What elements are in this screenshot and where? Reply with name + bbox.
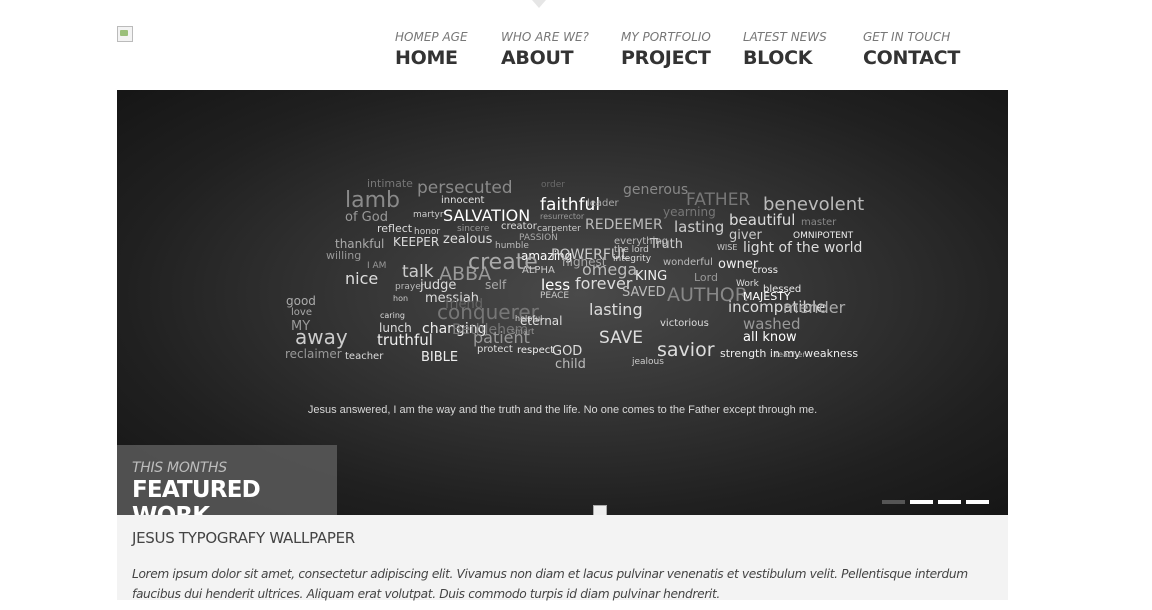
cloud-word: BIBLE [421,350,459,365]
cloud-word: yearning [663,205,716,219]
nav-item-project[interactable]: MY PORTFOLIO PROJECT [621,30,711,69]
cloud-word: reclaimer [285,347,342,361]
cloud-word: willing [326,249,362,262]
main-nav: HOMEP AGE HOME WHO ARE WE? ABOUT MY PORT… [0,30,1152,80]
nav-item-label: BLOCK [743,47,813,69]
cloud-word: SAVED [622,285,666,300]
cloud-word: child [555,357,586,372]
cloud-word: master [801,217,837,228]
cloud-word: good [286,294,316,308]
cloud-word: beautiful [729,211,796,229]
cloud-word: victorious [660,318,709,329]
nav-item-subtitle: WHO ARE WE? [501,30,589,44]
cloud-word: teacher [345,351,384,362]
slider-dot[interactable] [882,500,905,504]
cloud-word: leader [587,198,619,209]
slide-quote: Jesus answered, I am the way and the tru… [307,404,818,416]
cloud-word: zealous [443,232,493,247]
nav-item-subtitle: HOMEP AGE [395,30,468,44]
nav-item-label: ABOUT [501,47,574,69]
cloud-word: light of the world [743,240,863,256]
cloud-word: nice [345,269,379,288]
cloud-word: savior [657,339,715,361]
cloud-word: wonderful [663,257,713,268]
cloud-word: creator [501,221,537,232]
cloud-word: reflect [377,222,413,235]
cloud-word: martyr [413,210,444,220]
nav-item-subtitle: LATEST NEWS [743,30,827,44]
cloud-word: protect [477,344,513,355]
cloud-word: resurrector [540,212,585,221]
cloud-word: away [295,325,348,349]
broken-image-icon [593,505,607,515]
slider-dot[interactable] [938,500,961,504]
active-nav-pointer [532,0,546,8]
slide-info: JESUS TYPOGRAFY WALLPAPER Lorem ipsum do… [117,515,1008,601]
featured-subtitle: THIS MONTHS [132,460,227,476]
cloud-word: PEACE [540,291,570,301]
cloud-word: jealous [632,357,664,367]
nav-item-home[interactable]: HOMEP AGE HOME [395,30,468,69]
slider-dot[interactable] [910,500,933,504]
cloud-word: Lord [694,271,718,284]
featured-work-panel: THIS MONTHS FEATURED WORK [117,445,337,515]
cloud-word: SAVE [599,328,644,348]
cloud-word: caring [380,311,405,320]
cloud-word: cross [752,265,778,276]
nav-item-label: PROJECT [621,47,711,69]
cloud-word: Truth [650,237,683,252]
nav-item-block[interactable]: LATEST NEWS BLOCK [743,30,827,69]
slide-description: Lorem ipsum dolor sit amet, consectetur … [132,567,968,601]
nav-item-label: HOME [395,47,458,69]
cloud-word: truthful [377,331,433,349]
cloud-word: love [291,307,312,318]
cloud-word: all know [743,330,797,345]
featured-title: FEATURED WORK [132,477,261,515]
cloud-word: ALPHA [522,265,555,276]
cloud-word: REDEEMER [585,217,663,233]
nav-item-label: CONTACT [863,47,960,69]
cloud-word: teacher [775,350,806,359]
cloud-word: self [485,278,507,292]
cloud-word: KING [635,269,668,284]
cloud-word: KEEPER [393,235,440,249]
slider-dot[interactable] [966,500,989,504]
cloud-word: lasting [589,300,643,319]
cloud-word: WISE [717,243,738,252]
cloud-word: lamb [345,188,400,213]
slide-title: JESUS TYPOGRAFY WALLPAPER [132,529,355,547]
nav-item-contact[interactable]: GET IN TOUCH CONTACT [863,30,960,69]
cloud-word: respect [517,345,555,356]
cloud-word: generous [623,182,689,198]
cloud-word: mender [783,298,846,317]
nav-item-about[interactable]: WHO ARE WE? ABOUT [501,30,589,69]
featured-slider[interactable]: intimate persecuted order generous lamb innoc… [117,90,1008,515]
nav-item-subtitle: GET IN TOUCH [863,30,951,44]
cloud-word: hon [393,294,409,303]
cloud-word: lasting [674,218,725,236]
nav-item-subtitle: MY PORTFOLIO [621,30,711,44]
cloud-word: eternal [520,314,563,328]
cloud-word: order [541,180,565,190]
cloud-word: innocent [441,195,485,206]
